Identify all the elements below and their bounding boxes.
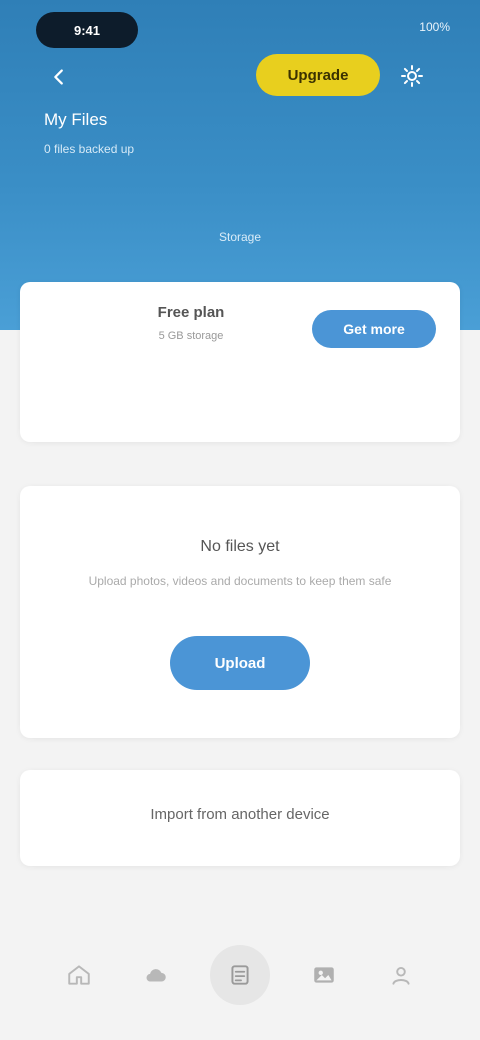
empty-state-card: No files yet Upload photos, videos and d… [20,486,460,738]
plan-name: Free plan [157,304,225,321]
home-icon [68,965,90,985]
tab-photos[interactable] [300,951,348,999]
photos-icon [313,967,334,983]
back-arrow-icon[interactable] [44,62,74,92]
bottom-tab-bar [0,930,480,1020]
plan-description: 5 GB storage [158,330,224,342]
get-more-button[interactable]: Get more [312,310,436,348]
settings-icon[interactable] [394,58,430,94]
header-hero: 9:41 100% Upgrade My Files 0 files backe… [0,0,480,330]
upload-button[interactable]: Upload [170,636,310,690]
empty-state-title: No files yet [200,538,280,555]
tab-home[interactable] [55,951,103,999]
cloud-icon [146,969,167,982]
files-icon [231,965,249,985]
page-title: My Files [44,110,108,129]
page-subtitle: 0 files backed up [44,142,135,156]
battery-status: 100% [419,20,450,34]
plan-card: Free plan 5 GB storage Get more [20,282,460,442]
profile-icon [392,966,410,985]
import-link[interactable]: Import from another device [20,806,460,823]
empty-state-description: Upload photos, videos and documents to k… [88,574,392,588]
upgrade-button[interactable]: Upgrade [256,54,380,96]
tab-files[interactable] [209,945,270,1005]
import-card[interactable]: Import from another device [20,770,460,866]
tab-profile[interactable] [377,951,425,999]
hero-caption: Storage [218,230,262,244]
status-time: 9:41 [36,12,138,48]
tab-cloud[interactable] [132,951,180,999]
